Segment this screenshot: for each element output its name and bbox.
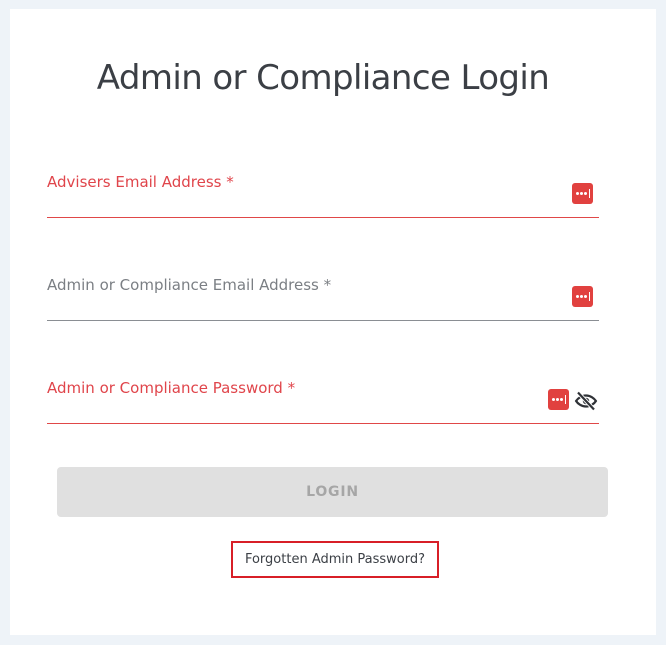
password-manager-icon[interactable]	[548, 389, 569, 410]
page-title: Admin or Compliance Login	[96, 58, 550, 98]
advisers-email-field[interactable]: Advisers Email Address *	[47, 161, 599, 218]
password-manager-icon[interactable]	[572, 286, 593, 307]
password-manager-icon[interactable]	[572, 183, 593, 204]
login-button[interactable]: LOGIN	[57, 467, 608, 517]
forgotten-admin-password-link[interactable]: Forgotten Admin Password?	[231, 541, 439, 578]
eye-off-icon[interactable]	[574, 389, 598, 413]
admin-password-field[interactable]: Admin or Compliance Password *	[47, 367, 599, 424]
advisers-email-input[interactable]	[47, 161, 599, 217]
admin-password-input[interactable]	[47, 367, 599, 423]
admin-email-field[interactable]: Admin or Compliance Email Address *	[47, 264, 599, 321]
admin-email-input[interactable]	[47, 264, 599, 320]
